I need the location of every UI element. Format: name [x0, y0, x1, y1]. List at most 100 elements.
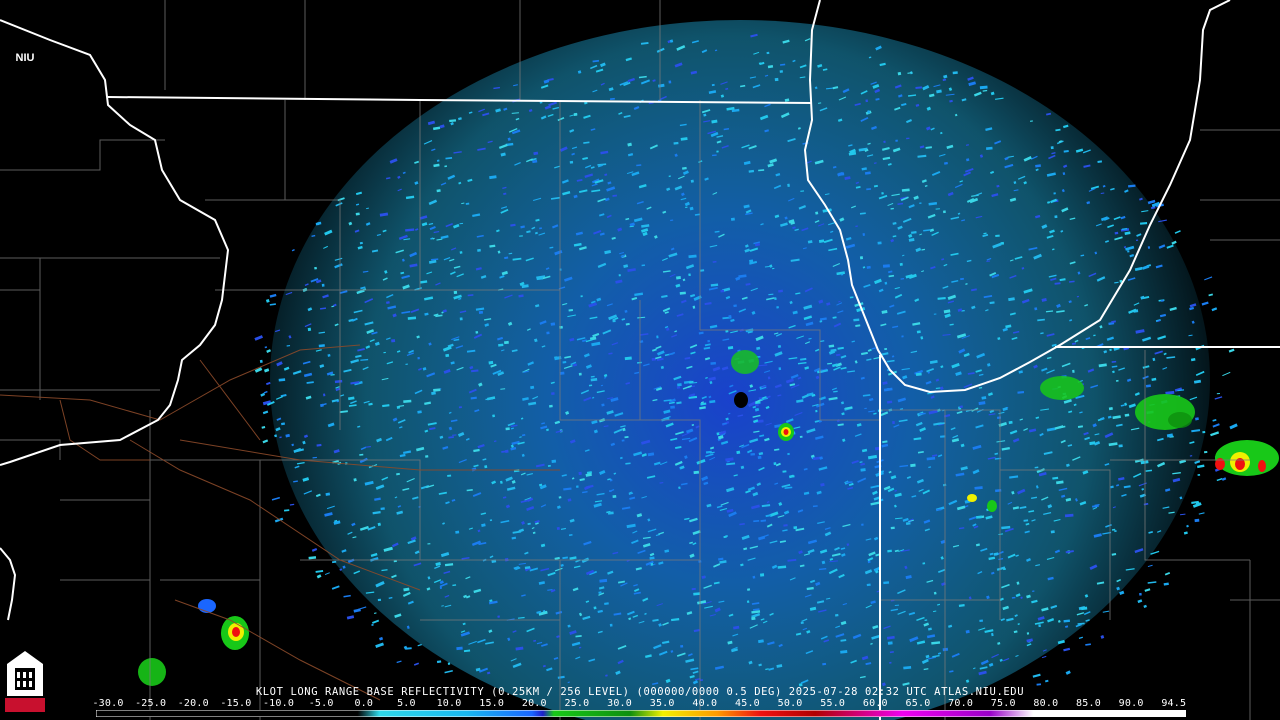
reflectivity-speckle	[417, 643, 422, 647]
reflectivity-speckle	[758, 62, 762, 65]
reflectivity-speckle	[609, 623, 613, 627]
reflectivity-speckle	[391, 339, 396, 343]
reflectivity-speckle	[1078, 636, 1084, 639]
reflectivity-speckle	[359, 241, 363, 245]
reflectivity-speckle	[1127, 250, 1130, 253]
legend-tick-label: 70.0	[948, 698, 974, 709]
reflectivity-speckle	[498, 343, 504, 347]
reflectivity-speckle	[822, 662, 827, 666]
reflectivity-speckle	[1221, 477, 1227, 481]
reflectivity-speckle	[1147, 564, 1153, 568]
reflectivity-speckle	[439, 586, 443, 590]
reflectivity-speckle	[860, 468, 866, 472]
reflectivity-speckle	[343, 594, 351, 598]
reflectivity-speckle	[478, 310, 484, 314]
reflectivity-speckle	[311, 547, 318, 552]
reflectivity-speckle	[1137, 599, 1143, 604]
reflectivity-speckle	[548, 404, 553, 408]
legend-tick-label: 5.0	[397, 698, 416, 709]
reflectivity-speckle	[760, 573, 765, 577]
legend-tick-label: 94.5	[1161, 698, 1187, 709]
legend-tick-label: -10.0	[262, 698, 295, 709]
reflectivity-speckle	[291, 248, 295, 252]
reflectivity-speckle	[890, 526, 895, 530]
reflectivity-speckle	[883, 140, 886, 143]
legend-tick-label: 50.0	[777, 698, 803, 709]
legend-tick-label: 80.0	[1033, 698, 1059, 709]
legend-tick-label: 65.0	[905, 698, 931, 709]
reflectivity-speckle	[447, 662, 451, 665]
reflectivity-speckle	[283, 509, 290, 512]
reflectivity-speckle	[331, 585, 340, 590]
reflectivity-speckle	[910, 463, 916, 468]
reflectivity-speckle	[1032, 673, 1041, 678]
reflectivity-speckle	[1197, 473, 1201, 476]
reflectivity-speckle	[815, 211, 819, 215]
reflectivity-speckle	[551, 459, 557, 463]
reflectivity-speckle	[892, 420, 895, 425]
reflectivity-speckle	[779, 70, 784, 73]
reflectivity-speckle	[477, 248, 481, 252]
reflectivity-speckle	[884, 347, 888, 351]
reflectivity-speckle	[271, 496, 281, 501]
reflectivity-speckle	[316, 574, 322, 579]
legend-tick-label: -20.0	[177, 698, 209, 709]
reflectivity-speckle	[1026, 632, 1030, 635]
legend-tick-label: 75.0	[990, 698, 1016, 709]
reflectivity-speckle	[767, 376, 771, 380]
reflectivity-speckle	[1197, 464, 1205, 469]
reflectivity-speckle	[866, 583, 871, 587]
reflectivity-speckle	[417, 356, 420, 360]
legend-tick-label: 10.0	[436, 698, 462, 709]
reflectivity-speckle	[580, 295, 583, 298]
reflectivity-speckle	[692, 305, 696, 309]
reflectivity-speckle	[607, 511, 614, 515]
reflectivity-speckle	[1229, 423, 1238, 430]
reflectivity-speckle	[773, 462, 777, 466]
reflectivity-speckle	[618, 274, 621, 277]
reflectivity-speckle	[915, 372, 922, 376]
reflectivity-speckle	[458, 406, 462, 409]
legend-tick-label: 85.0	[1076, 698, 1101, 709]
reflectivity-speckle	[1114, 530, 1117, 533]
reflectivity-speckle	[1201, 301, 1209, 306]
reflectivity-speckle	[371, 623, 374, 626]
reflectivity-speckle	[874, 446, 880, 451]
legend-tick-label: 90.0	[1118, 698, 1144, 709]
reflectivity-speckle	[1202, 430, 1206, 434]
legend-tick-label: 15.0	[479, 698, 505, 709]
reflectivity-speckle	[1072, 369, 1075, 373]
reflectivity-speckle	[556, 526, 561, 531]
legend-tick-label: -25.0	[135, 698, 167, 709]
reflectivity-speckle	[505, 427, 510, 431]
reflectivity-speckle	[1204, 450, 1208, 454]
reflectivity-speckle	[1212, 419, 1217, 422]
reflectivity-speckle	[1208, 293, 1213, 297]
reflectivity-speckle	[895, 139, 898, 142]
reflectivity-speckle	[861, 523, 864, 526]
reflectivity-speckle	[393, 560, 397, 563]
reflectivity-speckle	[262, 439, 269, 444]
reflectivity-speckle	[353, 608, 361, 613]
reflectivity-speckle	[746, 600, 750, 603]
reflectivity-speckle	[750, 452, 756, 456]
reflectivity-speckle	[254, 335, 263, 341]
reflectivity-speckle	[1063, 647, 1071, 652]
reflectivity-speckle	[952, 71, 958, 75]
reflectivity-speckle	[1038, 624, 1041, 628]
reflectivity-speckle	[670, 405, 675, 409]
reflectivity-speckle	[862, 233, 866, 236]
reflectivity-speckle	[995, 234, 1000, 237]
reflectivity-speckle	[711, 83, 715, 87]
reflectivity-speckle	[1216, 478, 1223, 482]
reflectivity-speckle	[799, 435, 803, 438]
reflectivity-speckle	[504, 449, 509, 454]
reflectivity-speckle	[730, 217, 735, 221]
reflectivity-speckle	[373, 612, 377, 614]
reflectivity-speckle	[569, 160, 574, 164]
reflectivity-speckle	[1204, 276, 1213, 281]
reflectivity-speckle	[315, 222, 320, 226]
reflectivity-speckle	[1214, 396, 1223, 400]
reflectivity-speckle	[436, 660, 442, 664]
reflectivity-speckle	[1050, 146, 1054, 150]
